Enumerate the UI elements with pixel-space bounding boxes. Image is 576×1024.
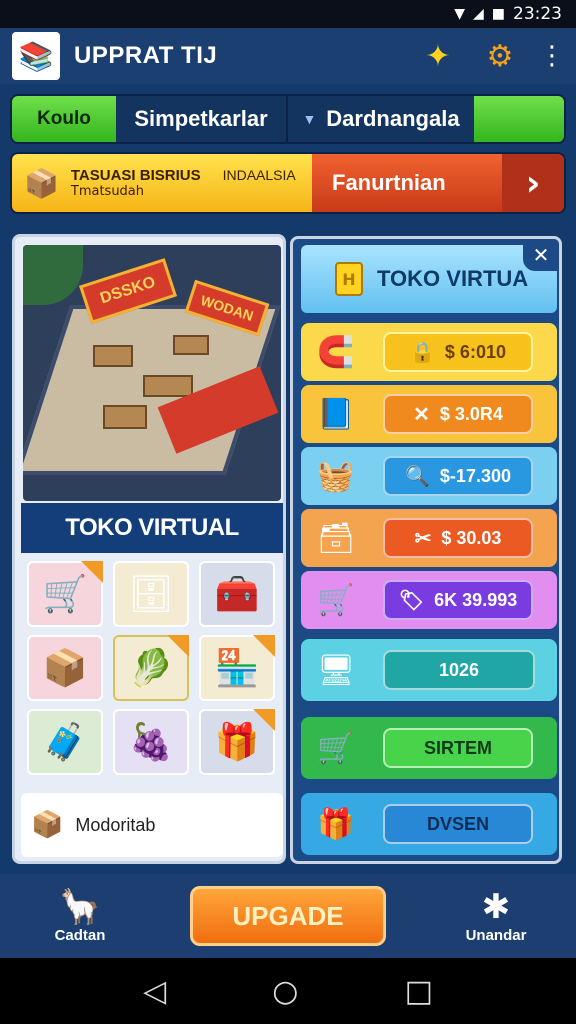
register-icon: 🖥 bbox=[317, 652, 356, 688]
home-icon[interactable]: ○ bbox=[272, 974, 298, 1009]
cart-icon: 🛒 bbox=[317, 582, 355, 618]
store-row: 🗃 ✂ $ 30.03 bbox=[301, 509, 557, 567]
battery-icon: ■ bbox=[491, 6, 505, 22]
price-button[interactable]: ✂ $ 30.03 bbox=[383, 518, 533, 558]
store-row: 🖥 1026 bbox=[301, 639, 557, 701]
tab-koulo[interactable]: Koulo bbox=[12, 96, 116, 142]
tab-dardnangala[interactable]: ▼ Dardnangala bbox=[288, 96, 474, 142]
tab-bar: Koulo Simpetkarlar ▼ Dardnangala bbox=[10, 94, 566, 144]
tool-icon: ✂ bbox=[414, 527, 432, 550]
status-bar: ▼ ◢ ■ 23:23 bbox=[0, 0, 576, 28]
banner-tag: INDAALSIA bbox=[222, 167, 296, 183]
tab-dardnangala-label: Dardnangala bbox=[326, 106, 460, 131]
banner-info: 📦 TASUASI BISRIUS INDAALSIA Tmatsudah bbox=[12, 154, 312, 212]
package-icon: 🗃 bbox=[317, 520, 356, 556]
store-row: 📘 ✕ $ 3.0R4 bbox=[301, 385, 557, 443]
signal-icon: ◢ bbox=[472, 6, 484, 22]
price-value: $ 30.03 bbox=[441, 527, 502, 548]
system-button[interactable]: SIRTEM bbox=[383, 728, 533, 768]
tag-icon: 🏷 bbox=[398, 589, 425, 612]
banner-action[interactable]: Fanurtnian bbox=[312, 154, 502, 212]
price-button[interactable]: 🔍 $-17.300 bbox=[383, 456, 533, 496]
book-icon: 📘 bbox=[317, 396, 355, 432]
nav-cadtan[interactable]: 🦙 Cadtan bbox=[40, 889, 120, 944]
bottom-bar: 🦙 Cadtan UPGADE ✱ Unandar bbox=[0, 874, 576, 958]
back-icon[interactable]: ◁ bbox=[143, 974, 166, 1009]
status-time: 23:23 bbox=[513, 4, 562, 24]
price-button[interactable]: ✕ $ 3.0R4 bbox=[383, 394, 533, 434]
stack-icon[interactable]: 🎁 bbox=[199, 709, 275, 775]
shop-scene-image[interactable]: DSSKO WODAN bbox=[23, 245, 281, 501]
system-nav-bar: ◁ ○ □ bbox=[0, 958, 576, 1024]
counter-icon[interactable]: 🧰 bbox=[199, 561, 275, 627]
upgrade-button[interactable]: UPGADE bbox=[190, 886, 386, 946]
shop-panel: DSSKO WODAN TOKO VIRTUAL 🛒 🗄 🧰 📦 🥬 🏪 🧳 🍇… bbox=[12, 234, 286, 864]
tab-simpetkarlar[interactable]: Simpetkarlar bbox=[116, 96, 288, 142]
fruit-icon[interactable]: 🍇 bbox=[113, 709, 189, 775]
cross-icon: ✕ bbox=[413, 403, 430, 426]
price-value: 6K 39.993 bbox=[434, 589, 518, 610]
promo-banner: 📦 TASUASI BISRIUS INDAALSIA Tmatsudah Fa… bbox=[10, 152, 566, 214]
stall-icon[interactable]: 🛒 bbox=[27, 561, 103, 627]
item-grid: 🛒 🗄 🧰 📦 🥬 🏪 🧳 🍇 🎁 bbox=[27, 561, 275, 777]
price-button[interactable]: 🔒 $ 6:010 bbox=[383, 332, 533, 372]
gear-icon[interactable]: ⚙ bbox=[478, 34, 522, 78]
nav-unandar-label: Unandar bbox=[465, 926, 527, 944]
more-vert-icon[interactable]: ⋮ bbox=[539, 34, 565, 78]
crate-icon: 🧺 bbox=[317, 458, 355, 494]
tape-icon: 🧲 bbox=[317, 334, 355, 370]
design-label: DVSEN bbox=[426, 813, 489, 834]
llama-icon: 🦙 bbox=[58, 886, 102, 927]
shelf-icon[interactable]: 🗄 bbox=[113, 561, 189, 627]
inventory-slot[interactable]: 📦 Modoritab bbox=[21, 793, 283, 857]
close-icon[interactable]: ✕ bbox=[523, 239, 559, 271]
banner-subtitle: Tmatsudah bbox=[70, 184, 145, 199]
nav-cadtan-label: Cadtan bbox=[54, 926, 106, 944]
produce-stall-icon[interactable]: 🥬 bbox=[113, 635, 189, 701]
box-icon: 📦 bbox=[24, 166, 59, 200]
lock-icon: 🔒 bbox=[410, 341, 435, 364]
nav-unandar[interactable]: ✱ Unandar bbox=[456, 889, 536, 944]
gift-icon: 🎁 bbox=[317, 806, 355, 842]
app-title: UPPRAT TIJ bbox=[74, 42, 218, 69]
chest-icon[interactable]: 🧳 bbox=[27, 709, 103, 775]
kiosk-icon[interactable]: 🏪 bbox=[199, 635, 275, 701]
app-header: 📚 UPPRAT TIJ ✦ ⚙ ⋮ bbox=[0, 28, 576, 84]
store-row: 🛒 SIRTEM bbox=[301, 717, 557, 779]
store-panel-header: H TOKO VIRTUA bbox=[301, 245, 557, 313]
inventory-slot-label: Modoritab bbox=[75, 814, 156, 835]
design-button[interactable]: DVSEN bbox=[383, 804, 533, 844]
search-icon: 🔍 bbox=[405, 465, 430, 488]
trolley-icon: 🛒 bbox=[317, 730, 355, 766]
wifi-icon: ▼ bbox=[454, 6, 465, 22]
quantity-value: 1026 bbox=[438, 659, 480, 680]
price-button[interactable]: 🏷 6K 39.993 bbox=[383, 580, 533, 620]
price-value: $ 6:010 bbox=[444, 341, 506, 362]
panel-heading: TOKO VIRTUAL bbox=[21, 503, 283, 553]
store-panel: H TOKO VIRTUA ✕ 🧲 🔒 $ 6:010 📘 ✕ $ 3.0R4 … bbox=[290, 236, 562, 864]
store-panel-title: TOKO VIRTUA bbox=[377, 266, 529, 291]
price-value: $ 3.0R4 bbox=[439, 403, 503, 424]
star-icon[interactable]: ✦ bbox=[416, 34, 460, 78]
quantity-button[interactable]: 1026 bbox=[383, 650, 535, 690]
chevron-down-icon: ▼ bbox=[302, 111, 317, 127]
books-icon[interactable]: 📚 bbox=[12, 32, 60, 80]
tab-extra[interactable] bbox=[474, 96, 564, 142]
banner-action-label: Fanurtnian bbox=[332, 170, 446, 195]
store-row: 🎁 DVSEN bbox=[301, 793, 557, 855]
store-row: 🧺 🔍 $-17.300 bbox=[301, 447, 557, 505]
box-icon: 📦 bbox=[31, 810, 64, 840]
box-stall-icon[interactable]: 📦 bbox=[27, 635, 103, 701]
chevron-right-icon[interactable]: › bbox=[502, 154, 564, 212]
recents-icon[interactable]: □ bbox=[405, 974, 433, 1009]
system-label: SIRTEM bbox=[423, 737, 492, 758]
puzzle-icon: ✱ bbox=[481, 886, 511, 927]
store-badge-icon: H bbox=[335, 262, 363, 296]
store-row: 🧲 🔒 $ 6:010 bbox=[301, 323, 557, 381]
price-value: $-17.300 bbox=[439, 465, 511, 486]
store-row: 🛒 🏷 6K 39.993 bbox=[301, 571, 557, 629]
banner-title: TASUASI BISRIUS bbox=[70, 167, 201, 184]
